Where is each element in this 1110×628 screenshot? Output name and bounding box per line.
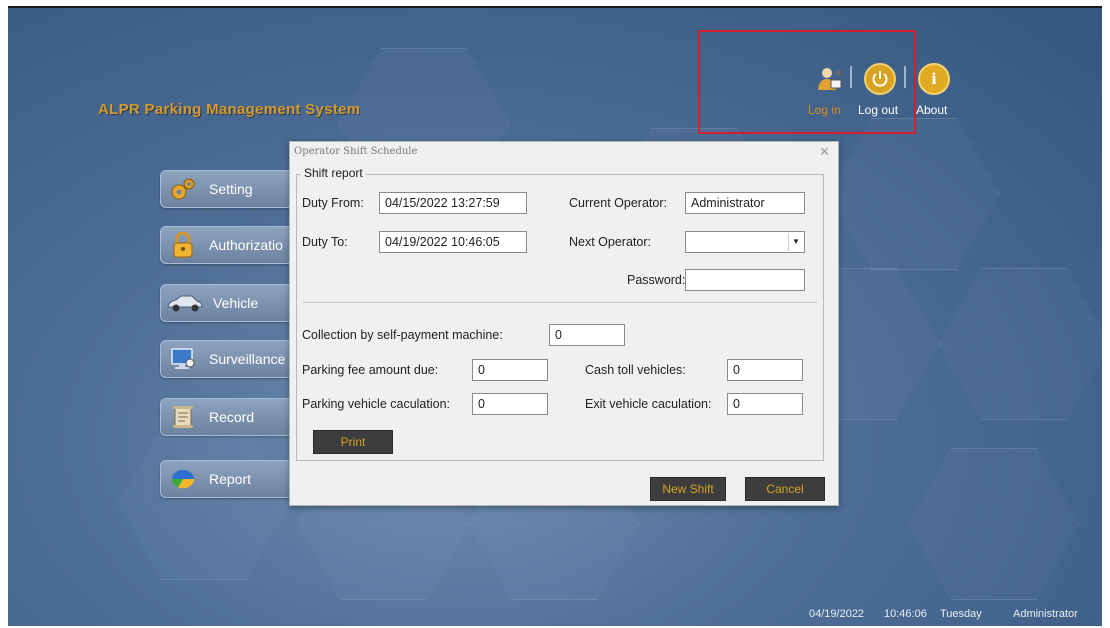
- app-title: ALPR Parking Management System: [98, 101, 361, 118]
- menu-label: Surveillance: [209, 351, 286, 367]
- menu-label: Record: [209, 409, 255, 425]
- background-hexagon: [828, 118, 1000, 270]
- logout-link[interactable]: Log out: [858, 103, 898, 117]
- duty-from-field[interactable]: 04/15/2022 13:27:59: [379, 192, 527, 214]
- next-operator-select[interactable]: ▼: [685, 231, 805, 253]
- cancel-button[interactable]: Cancel: [745, 477, 825, 501]
- status-date: 04/19/2022: [809, 608, 865, 620]
- padlock-icon: [169, 232, 197, 258]
- shift-schedule-dialog: Operator Shift Schedule ✕ Shift report D…: [289, 141, 839, 506]
- desktop-background: ALPR Parking Management System i Log in …: [8, 6, 1102, 626]
- duty-from-label: Duty From:: [302, 196, 364, 210]
- print-button[interactable]: Print: [313, 430, 393, 454]
- duty-to-field[interactable]: 04/19/2022 10:46:05: [379, 231, 527, 253]
- self-payment-field[interactable]: 0: [549, 324, 625, 346]
- close-icon[interactable]: ✕: [819, 144, 830, 160]
- login-link[interactable]: Log in: [808, 103, 841, 117]
- toolbar-divider: [904, 66, 906, 88]
- cash-toll-label: Cash toll vehicles:: [585, 363, 686, 377]
- section-divider: [303, 302, 817, 303]
- duty-to-label: Duty To:: [302, 235, 348, 249]
- pie-chart-icon: [169, 466, 197, 492]
- about-link[interactable]: About: [916, 103, 947, 117]
- exit-calc-label: Exit vehicle caculation:: [585, 397, 712, 411]
- menu-label: Vehicle: [213, 295, 259, 311]
- background-hexagon: [938, 268, 1102, 420]
- parking-calc-label: Parking vehicle caculation:: [302, 397, 450, 411]
- dropdown-arrow-icon[interactable]: ▼: [788, 233, 803, 251]
- self-payment-label: Collection by self-payment machine:: [302, 328, 503, 342]
- cash-toll-field[interactable]: 0: [727, 359, 803, 381]
- menu-label: Authorizatio: [209, 237, 283, 253]
- menu-label: Setting: [209, 181, 253, 197]
- password-field[interactable]: [685, 269, 805, 291]
- login-user-icon[interactable]: [816, 65, 844, 93]
- exit-calc-field[interactable]: 0: [727, 393, 803, 415]
- car-icon: [165, 290, 205, 316]
- monitor-icon: [169, 346, 197, 372]
- background-hexagon: [908, 448, 1080, 600]
- scroll-icon: [169, 404, 197, 430]
- shift-report-group: Shift report Duty From: 04/15/2022 13:27…: [296, 166, 824, 461]
- gears-icon: [169, 176, 197, 202]
- current-operator-field[interactable]: Administrator: [685, 192, 805, 214]
- fee-due-field[interactable]: 0: [472, 359, 548, 381]
- current-operator-label: Current Operator:: [569, 196, 667, 210]
- toolbar-divider: [850, 66, 852, 88]
- group-title: Shift report: [301, 166, 366, 180]
- next-operator-label: Next Operator:: [569, 235, 651, 249]
- password-label: Password:: [627, 273, 686, 287]
- dialog-title: Operator Shift Schedule: [294, 146, 418, 157]
- menu-label: Report: [209, 471, 252, 487]
- status-weekday: Tuesday: [940, 608, 982, 620]
- fee-due-label: Parking fee amount due:: [302, 363, 439, 377]
- new-shift-button[interactable]: New Shift: [650, 477, 726, 501]
- parking-calc-field[interactable]: 0: [472, 393, 548, 415]
- background-hexagon: [118, 428, 290, 580]
- status-user: Administrator: [1013, 608, 1078, 620]
- status-time: 10:46:06: [884, 608, 927, 620]
- power-icon[interactable]: [864, 63, 896, 95]
- next-operator-value: [686, 235, 691, 249]
- info-icon[interactable]: i: [918, 63, 950, 95]
